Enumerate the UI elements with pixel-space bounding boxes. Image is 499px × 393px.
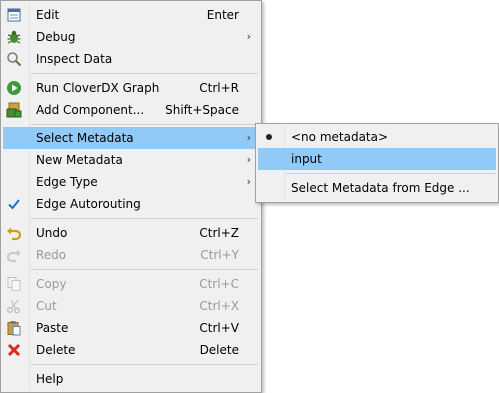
submenu-item-no-metadata[interactable]: <no metadata>	[258, 126, 496, 148]
menu-item-label: Paste	[36, 321, 69, 335]
submenu-arrow-icon: ›	[246, 175, 251, 188]
menu-item-label: Edge Type	[36, 175, 98, 189]
menu-item-add-component[interactable]: Add Component... Shift+Space	[3, 99, 259, 121]
select-metadata-submenu: <no metadata> input Select Metadata from…	[255, 123, 499, 203]
submenu-item-select-from-edge[interactable]: Select Metadata from Edge ...	[258, 177, 496, 199]
run-icon	[5, 79, 23, 97]
menu-item-redo[interactable]: Redo Ctrl+Y	[3, 244, 259, 266]
menu-item-inspect-data[interactable]: Inspect Data	[3, 48, 259, 70]
menu-item-edge-type[interactable]: Edge Type ›	[3, 171, 259, 193]
menu-item-label: New Metadata	[36, 153, 123, 167]
menu-item-label: Inspect Data	[36, 52, 113, 66]
add-component-icon	[5, 101, 23, 119]
menu-item-cut[interactable]: Cut Ctrl+X	[3, 295, 259, 317]
submenu-arrow-icon: ›	[246, 30, 251, 43]
shortcut-label: Ctrl+R	[199, 81, 239, 95]
menu-item-label: Edit	[36, 8, 60, 22]
menu-item-label: Run CloverDX Graph	[36, 81, 160, 95]
menu-separator	[31, 124, 258, 125]
copy-icon	[5, 275, 23, 293]
menu-item-edge-autorouting[interactable]: Edge Autorouting	[3, 193, 259, 215]
menu-item-paste[interactable]: Paste Ctrl+V	[3, 317, 259, 339]
undo-icon	[5, 224, 23, 242]
shortcut-label: Ctrl+V	[199, 321, 239, 335]
menu-item-label: Help	[36, 372, 64, 386]
menu-separator	[286, 173, 495, 174]
menu-item-label: Undo	[36, 226, 68, 240]
submenu-item-input[interactable]: input	[258, 148, 496, 170]
submenu-arrow-icon: ›	[246, 153, 251, 166]
menu-item-label: Redo	[36, 248, 67, 262]
debug-icon	[5, 28, 23, 46]
delete-icon	[5, 341, 23, 359]
menu-item-label: input	[291, 152, 322, 166]
menu-item-label: Select Metadata from Edge ...	[291, 181, 470, 195]
menu-item-label: Delete	[36, 343, 76, 357]
menu-item-edit[interactable]: Edit Enter	[3, 4, 259, 26]
edit-icon	[5, 6, 23, 24]
menu-separator	[31, 218, 258, 219]
menu-separator	[31, 269, 258, 270]
shortcut-label: Ctrl+C	[199, 277, 239, 291]
menu-separator	[31, 364, 258, 365]
shortcut-label: Ctrl+X	[199, 299, 239, 313]
shortcut-label: Ctrl+Y	[200, 248, 239, 262]
submenu-arrow-icon: ›	[246, 131, 251, 144]
menu-item-delete[interactable]: Delete Delete	[3, 339, 259, 361]
paste-icon	[5, 319, 23, 337]
menu-separator	[31, 73, 258, 74]
menu-item-run-graph[interactable]: Run CloverDX Graph Ctrl+R	[3, 77, 259, 99]
menu-item-debug[interactable]: Debug ›	[3, 26, 259, 48]
menu-item-label: Edge Autorouting	[36, 197, 141, 211]
menu-item-copy[interactable]: Copy Ctrl+C	[3, 273, 259, 295]
radio-bullet-icon	[260, 128, 278, 146]
menu-item-label: Debug	[36, 30, 76, 44]
shortcut-label: Shift+Space	[165, 103, 239, 117]
shortcut-label: Delete	[199, 343, 239, 357]
menu-item-label: Add Component...	[36, 103, 145, 117]
menu-item-undo[interactable]: Undo Ctrl+Z	[3, 222, 259, 244]
magnifier-icon	[5, 50, 23, 68]
redo-icon	[5, 246, 23, 264]
shortcut-label: Enter	[206, 8, 239, 22]
menu-item-label: Select Metadata	[36, 131, 134, 145]
scissors-icon	[5, 297, 23, 315]
shortcut-label: Ctrl+Z	[199, 226, 239, 240]
check-icon	[5, 195, 23, 213]
context-menu: Edit Enter Debug › Inspect Data Run Clov…	[0, 0, 262, 393]
menu-item-label: <no metadata>	[291, 130, 389, 144]
menu-item-select-metadata[interactable]: Select Metadata ›	[3, 127, 259, 149]
menu-item-label: Copy	[36, 277, 67, 291]
menu-item-label: Cut	[36, 299, 57, 313]
menu-item-help[interactable]: Help	[3, 368, 259, 390]
menu-item-new-metadata[interactable]: New Metadata ›	[3, 149, 259, 171]
